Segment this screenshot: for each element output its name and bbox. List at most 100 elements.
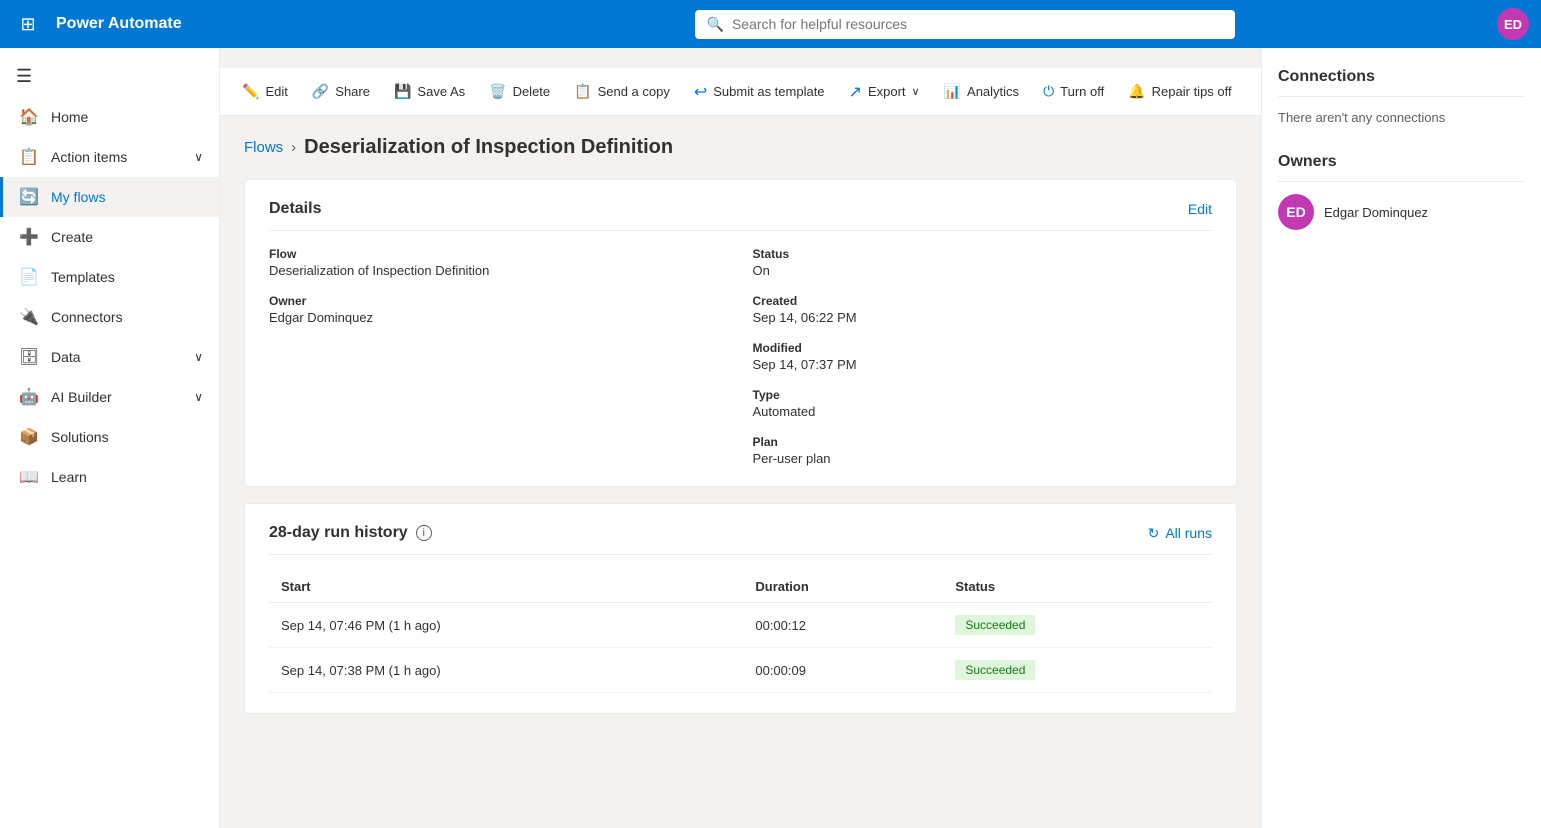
sidebar-item-label: Home xyxy=(51,109,88,125)
sidebar-item-label: Learn xyxy=(51,469,87,485)
plan-value: Per-user plan xyxy=(753,451,1213,466)
submit-template-icon: ↩ xyxy=(694,82,707,102)
user-avatar[interactable]: ED xyxy=(1497,8,1529,40)
col-start: Start xyxy=(269,571,743,603)
content-area: ✏️ Edit 🔗 Share 💾 Save As 🗑️ Delete 📋 xyxy=(220,48,1261,828)
all-runs-link[interactable]: ↻ All runs xyxy=(1148,525,1212,542)
sidebar-item-templates[interactable]: 📄 Templates xyxy=(0,257,219,297)
home-icon: 🏠 xyxy=(19,107,39,127)
sidebar-item-connectors[interactable]: 🔌 Connectors xyxy=(0,297,219,337)
sidebar-item-learn[interactable]: 📖 Learn xyxy=(0,457,219,497)
delete-label: Delete xyxy=(513,84,551,99)
breadcrumb-parent[interactable]: Flows xyxy=(244,139,283,156)
owner-name: Edgar Dominquez xyxy=(1324,205,1428,220)
toolbar: ✏️ Edit 🔗 Share 💾 Save As 🗑️ Delete 📋 xyxy=(220,68,1261,116)
run-start-1: Sep 14, 07:46 PM (1 h ago) xyxy=(269,603,743,648)
status-badge: Succeeded xyxy=(955,660,1035,680)
hamburger-icon[interactable]: ☰ xyxy=(0,56,219,97)
details-card: Details Edit Flow Deserialization of Ins… xyxy=(244,179,1237,487)
repair-tips-button[interactable]: 🔔 Repair tips off xyxy=(1118,77,1241,106)
owner-avatar: ED xyxy=(1278,194,1314,230)
export-button[interactable]: ↗ Export ∨ xyxy=(839,76,930,108)
sidebar-item-data[interactable]: 🗄 Data ∨ xyxy=(0,337,219,377)
status-value: On xyxy=(753,263,1213,278)
run-history-card: 28-day run history i ↻ All runs Start Du… xyxy=(244,503,1237,714)
send-copy-icon: 📋 xyxy=(574,83,591,100)
sidebar-item-label: Solutions xyxy=(51,429,109,445)
table-row[interactable]: Sep 14, 07:38 PM (1 h ago) 00:00:09 Succ… xyxy=(269,648,1212,693)
sidebar-item-my-flows[interactable]: 🔄 My flows xyxy=(0,177,219,217)
run-history-title: 28-day run history xyxy=(269,524,408,542)
run-history-table: Start Duration Status Sep 14, 07:46 PM (… xyxy=(269,571,1212,693)
main-content-area: ✏️ Edit 🔗 Share 💾 Save As 🗑️ Delete 📋 xyxy=(220,48,1541,828)
solutions-icon: 📦 xyxy=(19,427,39,447)
topbar: ⊞ Power Automate 🔍 ED xyxy=(0,0,1541,48)
export-icon: ↗ xyxy=(849,82,862,102)
run-history-header: 28-day run history i ↻ All runs xyxy=(269,524,1212,555)
info-icon[interactable]: i xyxy=(416,525,432,541)
created-label: Created xyxy=(753,294,1213,308)
owner-item: ED Edgar Dominquez xyxy=(1278,194,1525,230)
sidebar-item-label: My flows xyxy=(51,189,105,205)
bell-icon: 🔔 xyxy=(1128,83,1145,100)
flow-value: Deserialization of Inspection Definition xyxy=(269,263,729,278)
save-as-label: Save As xyxy=(417,84,465,99)
table-row[interactable]: Sep 14, 07:46 PM (1 h ago) 00:00:12 Succ… xyxy=(269,603,1212,648)
analytics-icon: 📊 xyxy=(944,83,961,100)
share-icon: 🔗 xyxy=(312,83,329,100)
connectors-icon: 🔌 xyxy=(19,307,39,327)
breadcrumb-separator: › xyxy=(291,139,296,156)
main-layout: ☰ 🏠 Home 📋 Action items ∨ 🔄 My flows ➕ C… xyxy=(0,48,1541,828)
save-as-button[interactable]: 💾 Save As xyxy=(384,77,475,106)
run-duration-2: 00:00:09 xyxy=(743,648,943,693)
owner-label: Owner xyxy=(269,294,729,308)
details-grid: Flow Deserialization of Inspection Defin… xyxy=(269,247,1212,466)
owner-detail: Owner Edgar Dominquez xyxy=(269,294,729,325)
send-copy-button[interactable]: 📋 Send a copy xyxy=(564,77,680,106)
edit-button[interactable]: ✏️ Edit xyxy=(232,77,298,106)
analytics-label: Analytics xyxy=(967,84,1019,99)
sidebar-item-label: AI Builder xyxy=(51,389,112,405)
details-title: Details xyxy=(269,200,321,218)
save-as-icon: 💾 xyxy=(394,83,411,100)
modified-value: Sep 14, 07:37 PM xyxy=(753,357,1213,372)
apps-grid-icon[interactable]: ⊞ xyxy=(12,14,44,35)
owners-title: Owners xyxy=(1278,153,1525,182)
sidebar-item-ai-builder[interactable]: 🤖 AI Builder ∨ xyxy=(0,377,219,417)
run-status-1: Succeeded xyxy=(943,603,1212,648)
sidebar-item-home[interactable]: 🏠 Home xyxy=(0,97,219,137)
sidebar-item-label: Action items xyxy=(51,149,127,165)
sidebar-item-action-items[interactable]: 📋 Action items ∨ xyxy=(0,137,219,177)
col-duration: Duration xyxy=(743,571,943,603)
plan-detail: Plan Per-user plan xyxy=(753,435,1213,466)
learn-icon: 📖 xyxy=(19,467,39,487)
repair-tips-label: Repair tips off xyxy=(1152,84,1232,99)
search-input[interactable] xyxy=(732,16,1223,32)
sidebar-item-create[interactable]: ➕ Create xyxy=(0,217,219,257)
modified-detail: Modified Sep 14, 07:37 PM xyxy=(753,341,1213,372)
app-logo: Power Automate xyxy=(56,15,182,33)
search-icon: 🔍 xyxy=(707,16,724,33)
export-label: Export xyxy=(868,84,906,99)
status-detail: Status On xyxy=(753,247,1213,278)
sidebar-item-label: Connectors xyxy=(51,309,123,325)
plan-label: Plan xyxy=(753,435,1213,449)
share-button[interactable]: 🔗 Share xyxy=(302,77,380,106)
type-detail: Type Automated xyxy=(753,388,1213,419)
analytics-button[interactable]: 📊 Analytics xyxy=(934,77,1029,106)
status-label: Status xyxy=(753,247,1213,261)
sidebar: ☰ 🏠 Home 📋 Action items ∨ 🔄 My flows ➕ C… xyxy=(0,48,220,828)
run-history-title-wrap: 28-day run history i xyxy=(269,524,432,542)
sidebar-item-label: Data xyxy=(51,349,81,365)
delete-icon: 🗑️ xyxy=(489,83,506,100)
details-edit-link[interactable]: Edit xyxy=(1188,201,1212,217)
templates-icon: 📄 xyxy=(19,267,39,287)
turn-off-button[interactable]: ⏻ Turn off xyxy=(1033,77,1114,106)
delete-button[interactable]: 🗑️ Delete xyxy=(479,77,560,106)
submit-template-button[interactable]: ↩ Submit as template xyxy=(684,76,835,108)
create-icon: ➕ xyxy=(19,227,39,247)
sidebar-item-solutions[interactable]: 📦 Solutions xyxy=(0,417,219,457)
connections-title: Connections xyxy=(1278,68,1525,97)
data-icon: 🗄 xyxy=(19,347,39,367)
turn-off-label: Turn off xyxy=(1060,84,1104,99)
